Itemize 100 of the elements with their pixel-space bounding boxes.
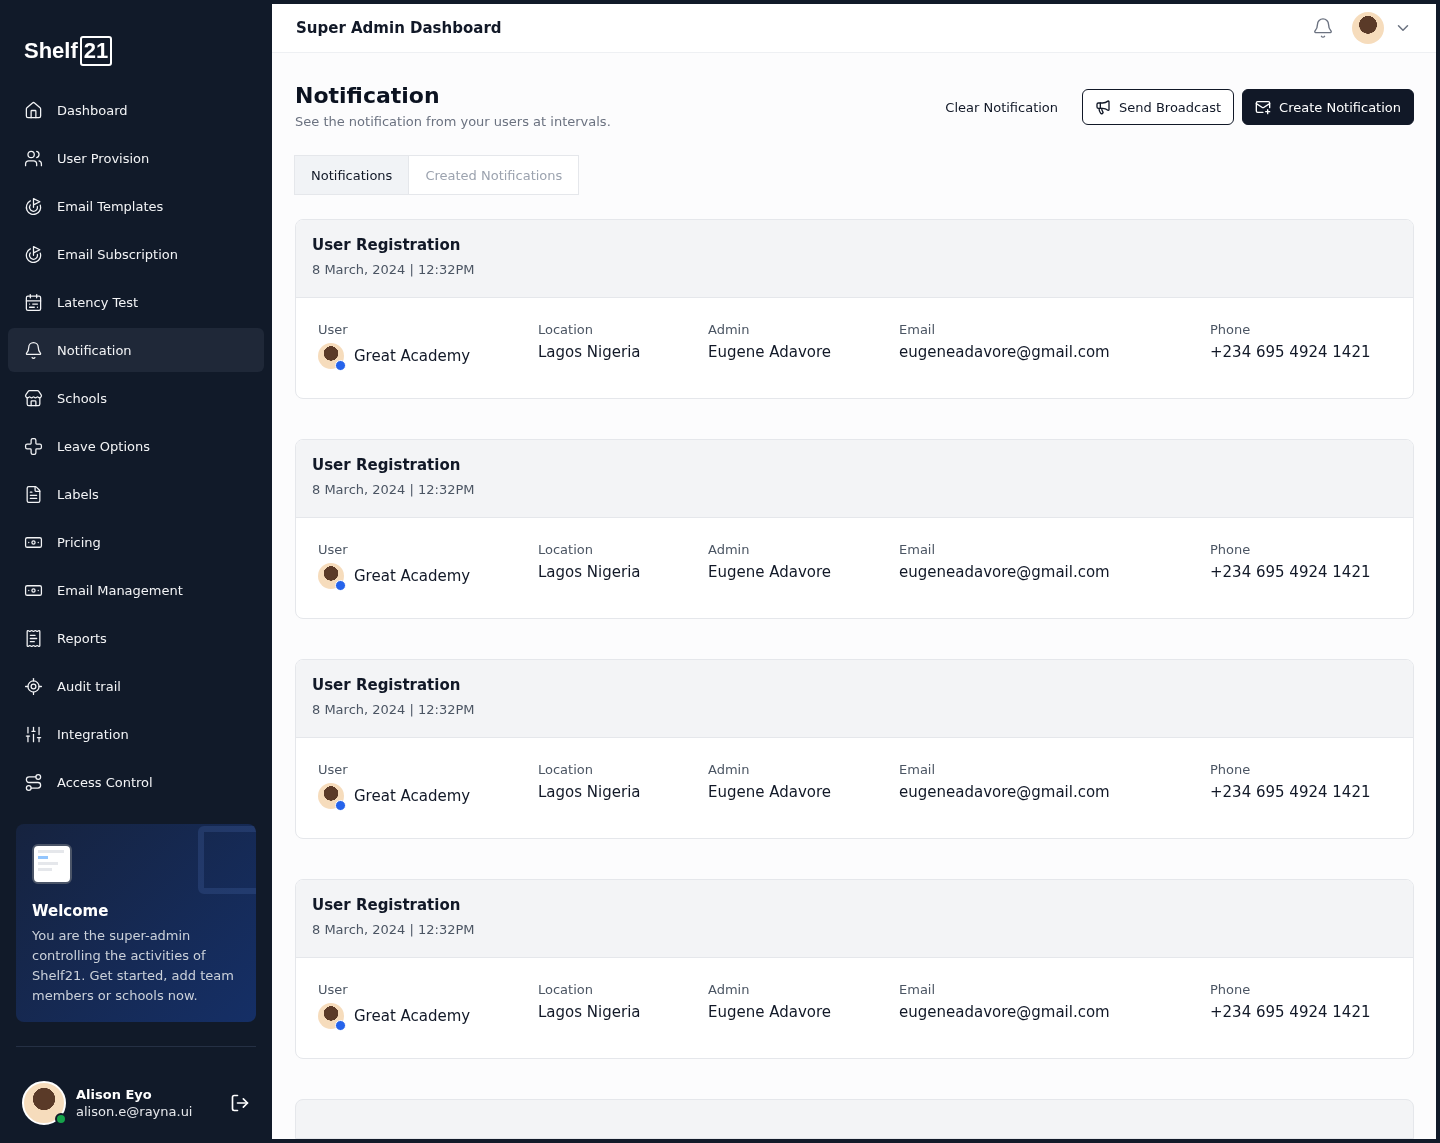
dashboard-thumbnail [32, 844, 72, 884]
field-value: Lagos Nigeria [538, 343, 641, 361]
mail-plus-icon [1255, 99, 1272, 115]
notification-title: User Registration [312, 456, 462, 474]
megaphone-icon [1095, 99, 1112, 115]
broadcast-button[interactable]: Send Broadcast [1082, 89, 1235, 125]
field-value: eugeneadavore@gmail.com [899, 783, 1110, 801]
field-value: Eugene Adavore [708, 1003, 832, 1021]
create-button[interactable]: Create Notification [1242, 89, 1414, 125]
field-label: User [318, 322, 349, 337]
field-value: Great Academy [354, 787, 471, 805]
verified-badge [335, 800, 346, 811]
field-value: Great Academy [354, 347, 471, 365]
bell-icon [24, 340, 43, 360]
header-title: Super Admin Dashboard [296, 19, 502, 37]
welcome-title: Welcome [32, 902, 110, 920]
field-label: Admin [708, 542, 751, 557]
field-label: Admin [708, 762, 751, 777]
notification-title: User Registration [312, 896, 462, 914]
notifications-button[interactable] [1312, 17, 1334, 39]
field-label: Location [538, 542, 594, 557]
field-label: Admin [708, 982, 751, 997]
field-value: eugeneadavore@gmail.com [899, 563, 1110, 581]
field-label: Email [899, 982, 937, 997]
field-label: Email [899, 762, 937, 777]
sidebar-item[interactable]: Email Templates [8, 184, 264, 228]
user-email: alison.e@rayna.ui [76, 1104, 194, 1119]
notification-title: User Registration [312, 676, 462, 694]
notification-date: 8 March, 2024 | 12:32PM [312, 482, 476, 497]
field-label: Location [538, 322, 594, 337]
field-value: Eugene Adavore [708, 343, 832, 361]
store-icon [24, 388, 43, 408]
tab[interactable]: Notifications [294, 155, 410, 195]
field-label: Location [538, 982, 594, 997]
field-value: Lagos Nigeria [538, 563, 641, 581]
field-value: +234 695 4924 1421 [1210, 783, 1371, 801]
field-label: User [318, 982, 349, 997]
field-value: Lagos Nigeria [538, 1003, 641, 1021]
sidebar-item[interactable]: Labels [8, 472, 264, 516]
notification-date: 8 March, 2024 | 12:32PM [312, 262, 476, 277]
field-label: Phone [1210, 762, 1252, 777]
sidebar-item[interactable]: Pricing [8, 520, 264, 564]
field-label: User [318, 542, 349, 557]
field-value: Eugene Adavore [708, 563, 832, 581]
sidebar-item[interactable]: Access Control [8, 760, 264, 804]
profile-avatar [1352, 12, 1384, 44]
sidebar-item[interactable]: Leave Options [8, 424, 264, 468]
clear-button[interactable]: Clear Notification [929, 89, 1075, 125]
user-avatar [318, 1003, 344, 1029]
field-value: Great Academy [354, 567, 471, 585]
field-value: +234 695 4924 1421 [1210, 1003, 1371, 1021]
field-label: Location [538, 762, 594, 777]
welcome-text: You are the super-admin controlling the activities of Shelf21. Get started, add team members or schools now. [32, 927, 235, 1005]
target-icon [24, 196, 43, 216]
page-title: Notification [295, 83, 441, 108]
sliders-icon [24, 724, 43, 744]
verified-badge [335, 1020, 346, 1031]
home-icon [24, 100, 43, 120]
field-label: Admin [708, 322, 751, 337]
sidebar-item[interactable]: Email Management [8, 568, 264, 612]
notification-title: User Registration [312, 236, 462, 254]
verified-badge [335, 360, 346, 371]
page-subtitle: See the notification from your users at intervals. [295, 114, 611, 129]
sidebar-item[interactable]: Email Subscription [8, 232, 264, 276]
sidebar-item[interactable]: User Provision [8, 136, 264, 180]
field-label: Phone [1210, 982, 1252, 997]
sidebar-item[interactable]: Reports [8, 616, 264, 660]
user-avatar [318, 783, 344, 809]
document-icon [24, 484, 43, 504]
field-value: eugeneadavore@gmail.com [899, 343, 1110, 361]
sidebar-item[interactable]: Latency Test [8, 280, 264, 324]
user-avatar [318, 563, 344, 589]
user-avatar [318, 343, 344, 369]
field-label: Email [899, 322, 937, 337]
field-value: Great Academy [354, 1007, 471, 1025]
sidebar-item[interactable]: Schools [8, 376, 264, 420]
users-icon [24, 148, 43, 168]
route-icon [24, 772, 43, 792]
field-value: Eugene Adavore [708, 783, 832, 801]
sidebar-item[interactable]: Notification [8, 328, 264, 372]
crosshair-icon [24, 676, 43, 696]
verified-badge [335, 580, 346, 591]
sidebar-item[interactable]: Integration [8, 712, 264, 756]
notification-date: 8 March, 2024 | 12:32PM [312, 702, 476, 717]
user-avatar [22, 1081, 66, 1125]
field-value: +234 695 4924 1421 [1210, 343, 1371, 361]
logout-icon [230, 1093, 250, 1113]
field-label: Phone [1210, 542, 1252, 557]
field-value: +234 695 4924 1421 [1210, 563, 1371, 581]
cross-icon [24, 436, 43, 456]
field-value: eugeneadavore@gmail.com [899, 1003, 1110, 1021]
calendar-icon [24, 292, 43, 312]
target-icon [24, 244, 43, 264]
bell-icon [1312, 17, 1334, 39]
field-label: Phone [1210, 322, 1252, 337]
sidebar-item[interactable]: Dashboard [8, 88, 264, 132]
logout-button[interactable] [230, 1093, 250, 1113]
receipt-icon [24, 628, 43, 648]
notification-date: 8 March, 2024 | 12:32PM [312, 922, 476, 937]
sidebar-item[interactable]: Audit trail [8, 664, 264, 708]
